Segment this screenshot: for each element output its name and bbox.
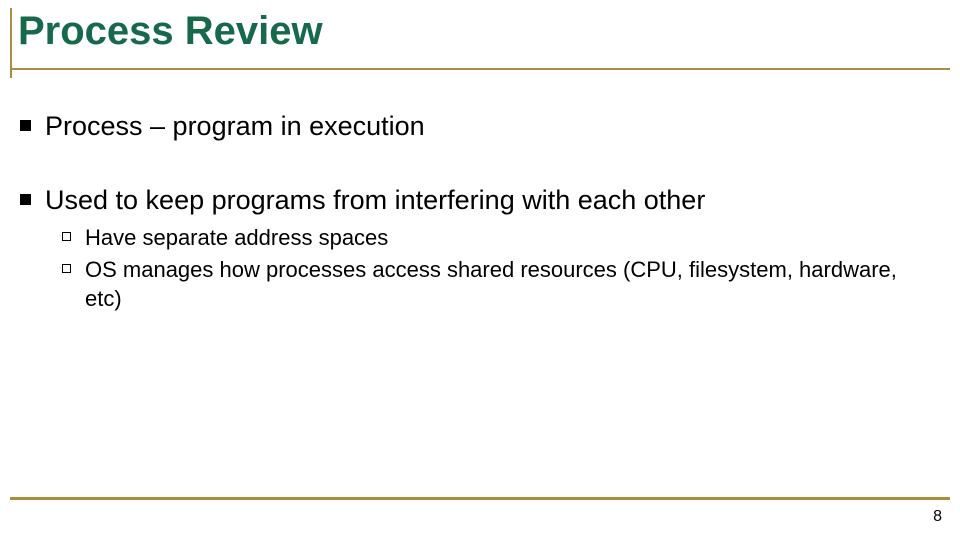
slide: Process Review Process – program in exec…: [0, 0, 960, 540]
bullet-level2: Have separate address spaces: [62, 224, 930, 253]
hollow-square-bullet-icon: [62, 232, 71, 241]
bullet-level1: Used to keep programs from interfering w…: [20, 184, 930, 218]
page-number: 8: [933, 508, 942, 526]
bullet-text: Process – program in execution: [45, 110, 425, 144]
hollow-square-bullet-icon: [62, 264, 71, 273]
square-bullet-icon: [20, 120, 31, 131]
footer-divider: [10, 497, 950, 500]
sub-bullet-text: Have separate address spaces: [85, 224, 388, 253]
bullet-level1: Process – program in execution: [20, 110, 930, 144]
title-block: Process Review: [10, 8, 323, 54]
sub-bullet-text: OS manages how processes access shared r…: [85, 256, 930, 313]
content-area: Process – program in execution Used to k…: [20, 100, 930, 317]
square-bullet-icon: [20, 194, 31, 205]
bullet-text: Used to keep programs from interfering w…: [45, 184, 705, 218]
sub-bullet-group: Have separate address spaces OS manages …: [62, 224, 930, 314]
bullet-level2: OS manages how processes access shared r…: [62, 256, 930, 313]
slide-title: Process Review: [10, 8, 323, 54]
title-underline: [10, 68, 950, 70]
